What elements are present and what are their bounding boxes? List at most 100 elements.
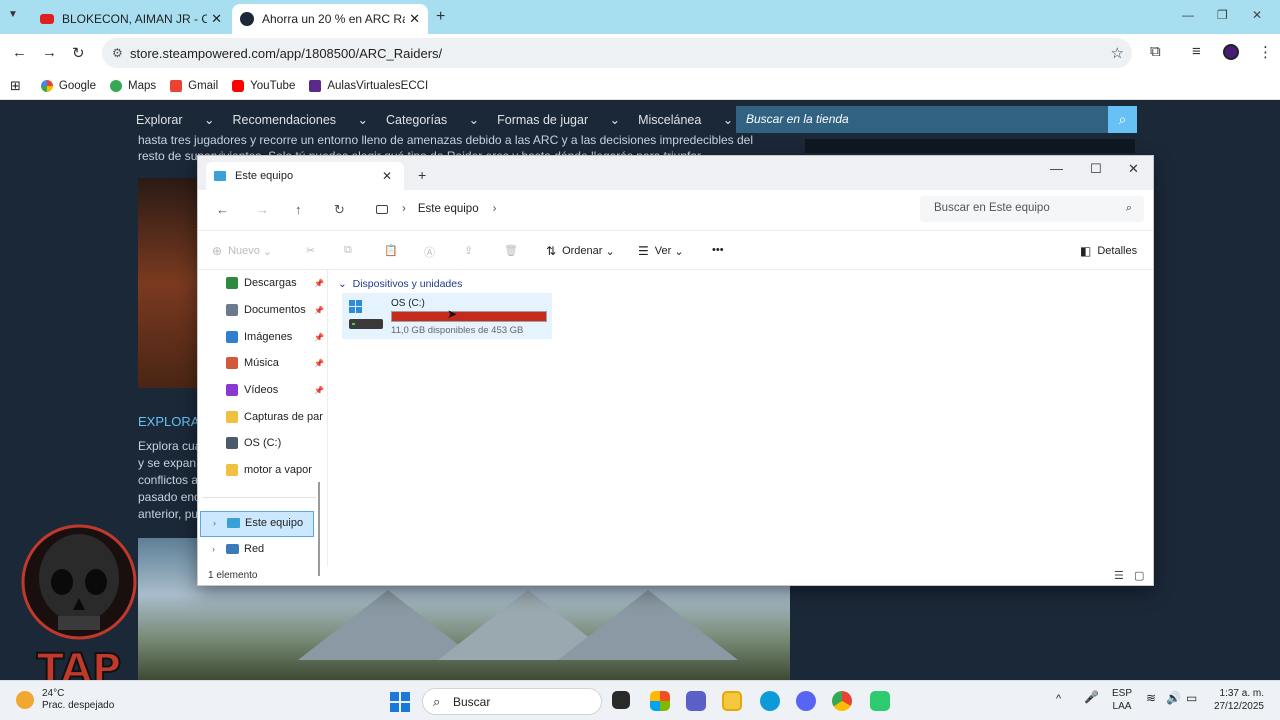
- steam-search-icon[interactable]: ⌕: [1108, 106, 1137, 133]
- menu-formas-de-jugar[interactable]: Formas de jugar ⌄: [497, 112, 620, 127]
- tiles-view-icon[interactable]: ▢: [1134, 569, 1144, 582]
- menu-recomendaciones[interactable]: Recomendaciones ⌄: [233, 112, 369, 127]
- view-button[interactable]: ☰ Ver ⌄: [638, 244, 684, 258]
- copy-icon[interactable]: ⧉: [344, 244, 352, 257]
- reload-icon[interactable]: ↻: [72, 44, 85, 62]
- new-tab-icon[interactable]: +: [436, 8, 445, 26]
- weather-widget[interactable]: 24°C Prac. despejado: [42, 688, 114, 712]
- bookmark-youtube[interactable]: YouTube: [232, 79, 295, 92]
- address-bar[interactable]: ⚙ store.steampowered.com/app/1808500/ARC…: [102, 38, 1132, 68]
- new-tab-icon[interactable]: +: [418, 167, 426, 183]
- close-tab-icon[interactable]: ✕: [382, 169, 392, 183]
- forward-icon[interactable]: →: [42, 44, 57, 61]
- close-window-icon[interactable]: ✕: [1252, 8, 1262, 22]
- bookmark-gmail[interactable]: Gmail: [170, 79, 218, 92]
- new-button[interactable]: ⊕ Nuevo ⌄: [212, 244, 272, 258]
- delete-icon[interactable]: 🗑: [504, 244, 518, 257]
- menu-explorar[interactable]: Explorar ⌄: [136, 112, 215, 127]
- chevron-right-icon[interactable]: ›: [213, 518, 216, 528]
- chevron-right-icon[interactable]: ›: [212, 544, 215, 554]
- site-info-icon[interactable]: ⚙: [112, 46, 123, 60]
- terminal-app-icon[interactable]: [612, 691, 630, 709]
- sidebar-item-musica[interactable]: Música 📌: [226, 354, 326, 372]
- share-icon[interactable]: ⇪: [464, 244, 473, 257]
- taskbar-search[interactable]: ⌕ Buscar: [422, 688, 602, 715]
- back-icon[interactable]: ←: [12, 44, 27, 61]
- up-icon[interactable]: ↑: [295, 202, 302, 217]
- maximize-icon[interactable]: ☐: [1090, 161, 1102, 177]
- sidebar-item-os-c[interactable]: OS (C:): [226, 434, 326, 452]
- bookmark-aulas[interactable]: AulasVirtualesECCI: [309, 79, 428, 92]
- restore-icon[interactable]: ❐: [1217, 8, 1228, 22]
- clock[interactable]: 1:37 a. m. 27/12/2025: [1214, 687, 1264, 713]
- group-header[interactable]: ⌄ Dispositivos y unidades: [338, 278, 462, 290]
- explorer-tab[interactable]: Este equipo ✕: [206, 162, 404, 190]
- media-control-icon[interactable]: ≡: [1192, 43, 1201, 60]
- browser-tab-active[interactable]: Ahorra un 20 % en ARC Raiders ✕: [232, 4, 428, 34]
- language-indicator[interactable]: ESP LAA: [1112, 687, 1132, 713]
- breadcrumb[interactable]: › Este equipo ›: [370, 196, 910, 222]
- apps-grid-icon[interactable]: ⊞: [10, 78, 21, 94]
- trailer-thumbnail[interactable]: [138, 178, 198, 388]
- details-button[interactable]: ◧ Detalles: [1080, 244, 1137, 258]
- edge-app-icon[interactable]: [760, 691, 780, 711]
- explorer-search-input[interactable]: Buscar en Este equipo ⌕: [920, 196, 1144, 222]
- refresh-icon[interactable]: ↻: [334, 202, 345, 218]
- chevron-right-icon[interactable]: ›: [402, 203, 406, 215]
- minimize-icon[interactable]: —: [1182, 8, 1194, 22]
- details-label: Detalles: [1097, 245, 1138, 257]
- sidebar-label: motor a vapor: [244, 464, 312, 476]
- sidebar-item-capturas[interactable]: Capturas de par: [226, 408, 326, 426]
- close-tab-icon[interactable]: ✕: [409, 11, 420, 27]
- menu-categorias[interactable]: Categorías ⌄: [386, 112, 479, 127]
- breadcrumb-item[interactable]: Este equipo: [418, 203, 479, 215]
- details-view-icon[interactable]: ☰: [1114, 569, 1124, 582]
- minimize-icon[interactable]: —: [1050, 161, 1063, 176]
- sort-button[interactable]: ⇅ Ordenar ⌄: [546, 244, 615, 258]
- steam-search-input[interactable]: Buscar en la tienda: [736, 106, 1108, 133]
- profile-avatar[interactable]: [1223, 44, 1239, 60]
- sidebar-item-imagenes[interactable]: Imágenes 📌: [226, 328, 326, 346]
- plus-circle-icon: ⊕: [212, 244, 223, 258]
- rename-icon[interactable]: Ⓐ: [424, 244, 435, 260]
- extensions-icon[interactable]: ⧉: [1150, 43, 1161, 60]
- sidebar-item-red[interactable]: › Red: [200, 538, 314, 564]
- sidebar-item-videos[interactable]: Vídeos 📌: [226, 381, 326, 399]
- volume-icon[interactable]: 🔊: [1166, 692, 1181, 705]
- chat-app-icon[interactable]: [870, 691, 890, 711]
- forward-icon[interactable]: →: [256, 202, 269, 217]
- copilot-app-icon[interactable]: [650, 691, 670, 711]
- show-hidden-icons-icon[interactable]: ^: [1056, 693, 1061, 706]
- tab-search-menu-icon[interactable]: ▼: [8, 9, 18, 20]
- bookmark-google[interactable]: Google: [40, 79, 96, 92]
- bookmark-maps[interactable]: Maps: [110, 79, 156, 92]
- wifi-icon[interactable]: ≋: [1146, 692, 1156, 705]
- close-window-icon[interactable]: ✕: [1128, 161, 1139, 177]
- browser-tab-inactive[interactable]: BLOKECON, AIMAN JR - CUENT ✕: [32, 4, 230, 34]
- close-tab-icon[interactable]: ✕: [211, 11, 222, 27]
- view-label: Ver: [654, 245, 672, 257]
- sidebar-item-motor-a-vapor[interactable]: motor a vapor: [226, 461, 326, 479]
- file-explorer-app-icon[interactable]: [722, 691, 742, 711]
- discord-app-icon[interactable]: [796, 691, 816, 711]
- paste-icon[interactable]: 📋: [384, 244, 398, 257]
- menu-miscelanea[interactable]: Miscelánea ⌄: [638, 112, 733, 127]
- chrome-app-icon[interactable]: [832, 691, 852, 711]
- bookmark-star-icon[interactable]: ☆: [1111, 44, 1124, 62]
- more-options-icon[interactable]: •••: [712, 244, 724, 256]
- image-icon: [226, 331, 238, 343]
- drive-usage-fill: [392, 312, 543, 321]
- chrome-menu-icon[interactable]: ⋮: [1258, 43, 1273, 61]
- sidebar-item-este-equipo[interactable]: › Este equipo: [200, 511, 314, 537]
- cut-icon[interactable]: ✂: [306, 244, 315, 257]
- sidebar-scrollbar[interactable]: [318, 482, 320, 576]
- battery-icon[interactable]: ▭: [1186, 692, 1197, 705]
- teams-app-icon[interactable]: [686, 691, 706, 711]
- microphone-icon[interactable]: 🎤: [1084, 691, 1099, 704]
- sidebar-item-documentos[interactable]: Documentos 📌: [226, 301, 326, 319]
- drive-icon: [226, 437, 238, 449]
- sidebar-item-descargas[interactable]: Descargas 📌: [226, 274, 326, 292]
- chevron-right-icon[interactable]: ›: [493, 203, 497, 215]
- back-icon[interactable]: ←: [216, 202, 229, 217]
- windows-start-icon[interactable]: [390, 692, 410, 712]
